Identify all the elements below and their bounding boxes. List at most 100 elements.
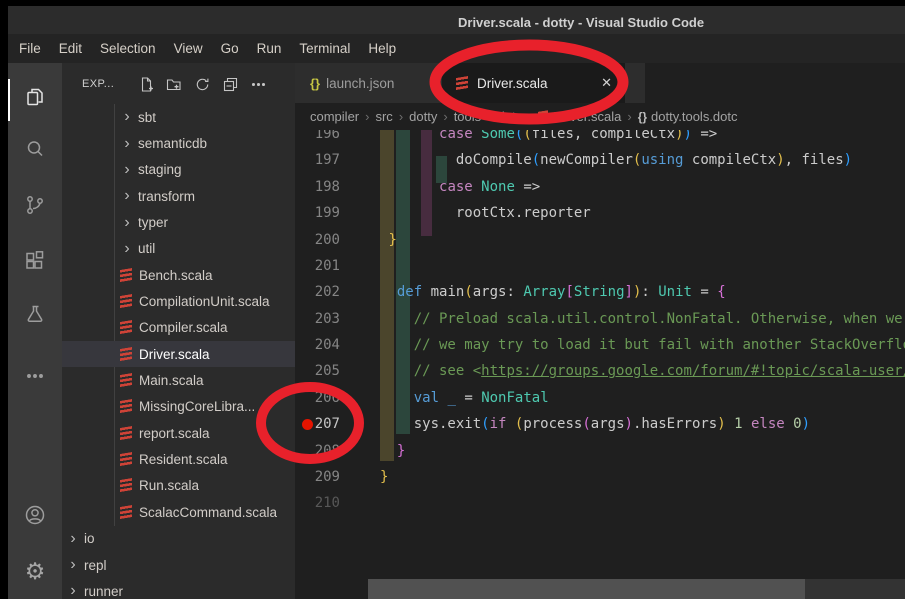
tree-item-staging[interactable]: ›staging xyxy=(62,157,295,183)
line-number-197[interactable]: 197 xyxy=(295,147,347,173)
menu-item-file[interactable]: File xyxy=(10,34,50,63)
tree-item-label: ScalacCommand.scala xyxy=(139,505,277,520)
source-control-view-button[interactable] xyxy=(8,187,62,223)
symbol-namespace-icon: {} xyxy=(638,110,647,124)
line-number-label: 210 xyxy=(315,495,340,511)
tree-item-missingcorelibra[interactable]: MissingCoreLibra... xyxy=(62,394,295,420)
line-number-210[interactable]: 210 xyxy=(295,490,347,516)
code-line-202[interactable]: def main(args: Array[String]): Unit = { xyxy=(380,279,905,305)
tree-item-main-scala[interactable]: Main.scala xyxy=(62,367,295,393)
scrollbar-slider[interactable] xyxy=(368,579,805,599)
code-line-203[interactable]: // Preload scala.util.control.NonFatal. … xyxy=(380,306,905,332)
breakpoint-dot[interactable] xyxy=(302,419,313,430)
code-line-198[interactable]: case None => xyxy=(380,174,905,200)
line-number-200[interactable]: 200 xyxy=(295,227,347,253)
line-number-209[interactable]: 209 xyxy=(295,464,347,490)
refresh-icon[interactable] xyxy=(194,76,211,93)
tree-item-report-scala[interactable]: report.scala xyxy=(62,420,295,446)
new-folder-icon[interactable] xyxy=(166,76,183,93)
code-line-201[interactable] xyxy=(380,253,905,279)
code-line-199[interactable]: rootCtx.reporter xyxy=(380,200,905,226)
git-branch-icon xyxy=(23,193,47,217)
code-token xyxy=(473,179,481,195)
code-line-197[interactable]: doCompile(newCompiler(using compileCtx),… xyxy=(380,147,905,173)
breadcrumb-item-dotty-tools-dotc[interactable]: {}dotty.tools.dotc xyxy=(638,109,738,124)
horizontal-scrollbar[interactable] xyxy=(368,579,905,599)
breadcrumb-item-dotc[interactable]: dotc xyxy=(498,109,523,124)
new-file-icon[interactable] xyxy=(138,76,155,93)
line-number-198[interactable]: 198 xyxy=(295,174,347,200)
tree-item-typer[interactable]: ›typer xyxy=(62,209,295,235)
line-number-199[interactable]: 199 xyxy=(295,200,347,226)
collapse-folders-icon[interactable] xyxy=(222,76,239,93)
tree-item-io[interactable]: ›io xyxy=(62,526,295,552)
scala-icon xyxy=(120,452,132,467)
breadcrumb-item-dotty[interactable]: dotty xyxy=(409,109,437,124)
settings-button[interactable]: ⚙ xyxy=(8,553,62,589)
more-views-button[interactable] xyxy=(8,358,62,394)
menu-item-run[interactable]: Run xyxy=(248,34,291,63)
line-number-202[interactable]: 202 xyxy=(295,279,347,305)
close-tab-icon[interactable]: ✕ xyxy=(601,75,612,91)
accounts-button[interactable] xyxy=(8,497,62,533)
code-token: ) xyxy=(675,130,683,142)
menu-item-selection[interactable]: Selection xyxy=(91,34,165,63)
line-number-201[interactable]: 201 xyxy=(295,253,347,279)
code-line-209[interactable]: } xyxy=(380,464,905,490)
code-token xyxy=(380,363,414,379)
code-line-204[interactable]: // we may try to load it but fail with a… xyxy=(380,332,905,358)
search-view-button[interactable] xyxy=(8,131,62,167)
tree-item-repl[interactable]: ›repl xyxy=(62,552,295,578)
tree-item-bench-scala[interactable]: Bench.scala xyxy=(62,262,295,288)
code-line-205[interactable]: // see <https://groups.google.com/forum/… xyxy=(380,358,905,384)
explorer-view-button[interactable] xyxy=(8,79,62,115)
tree-item-label: report.scala xyxy=(139,426,210,441)
code-line-206[interactable]: val _ = NonFatal xyxy=(380,385,905,411)
menu-item-view[interactable]: View xyxy=(165,34,212,63)
code-token: } xyxy=(397,443,405,459)
menu-item-terminal[interactable]: Terminal xyxy=(290,34,359,63)
menu-item-help[interactable]: Help xyxy=(359,34,405,63)
code-line-200[interactable]: } xyxy=(380,227,905,253)
code-token: ( xyxy=(481,416,489,432)
line-number-196[interactable]: 196 xyxy=(295,130,347,147)
tab-driver-scala[interactable]: Driver.scala ✕ xyxy=(442,63,625,103)
tree-item-label: Bench.scala xyxy=(139,268,213,283)
menu-item-edit[interactable]: Edit xyxy=(50,34,91,63)
breadcrumb-item-compiler[interactable]: compiler xyxy=(310,109,359,124)
breadcrumb-item-tools[interactable]: tools xyxy=(454,109,481,124)
breadcrumb-item-src[interactable]: src xyxy=(375,109,392,124)
tree-item-compiler-scala[interactable]: Compiler.scala xyxy=(62,315,295,341)
line-number-207[interactable]: 207 xyxy=(295,411,347,437)
tree-item-util[interactable]: ›util xyxy=(62,236,295,262)
tree-item-run-scala[interactable]: Run.scala xyxy=(62,473,295,499)
tree-item-transform[interactable]: ›transform xyxy=(62,183,295,209)
breadcrumb-item-driver-scala[interactable]: Driver.scala xyxy=(538,109,621,124)
line-number-208[interactable]: 208 xyxy=(295,438,347,464)
line-number-205[interactable]: 205 xyxy=(295,358,347,384)
line-number-206[interactable]: 206 xyxy=(295,385,347,411)
code-line-208[interactable]: } xyxy=(380,438,905,464)
breadcrumb-label: Driver.scala xyxy=(553,109,621,124)
code-line-210[interactable] xyxy=(380,490,905,516)
tree-item-sbt[interactable]: ›sbt xyxy=(62,104,295,130)
code-line-196[interactable]: case Some((files, compileCtx)) => xyxy=(380,130,905,147)
line-number-204[interactable]: 204 xyxy=(295,332,347,358)
code-line-207[interactable]: sys.exit(if (process(args).hasErrors) 1 … xyxy=(380,411,905,437)
explorer-toolbar xyxy=(138,76,267,93)
tree-item-driver-scala[interactable]: Driver.scala xyxy=(62,341,295,367)
tab-launch-json[interactable]: {} launch.json xyxy=(295,63,442,103)
menu-item-go[interactable]: Go xyxy=(212,34,248,63)
line-number-203[interactable]: 203 xyxy=(295,306,347,332)
tree-item-semanticdb[interactable]: ›semanticdb xyxy=(62,130,295,156)
tree-item-resident-scala[interactable]: Resident.scala xyxy=(62,446,295,472)
extensions-view-button[interactable] xyxy=(8,243,62,279)
code-token: process xyxy=(523,416,582,432)
tree-item-compilationunit-scala[interactable]: CompilationUnit.scala xyxy=(62,288,295,314)
tree-item-runner[interactable]: ›runner xyxy=(62,578,295,599)
tree-item-scalaccommand-scala[interactable]: ScalacCommand.scala xyxy=(62,499,295,525)
code-token: ( xyxy=(532,152,540,168)
extensions-icon xyxy=(23,249,47,273)
testing-view-button[interactable] xyxy=(8,296,62,332)
more-actions-icon[interactable] xyxy=(250,76,267,93)
